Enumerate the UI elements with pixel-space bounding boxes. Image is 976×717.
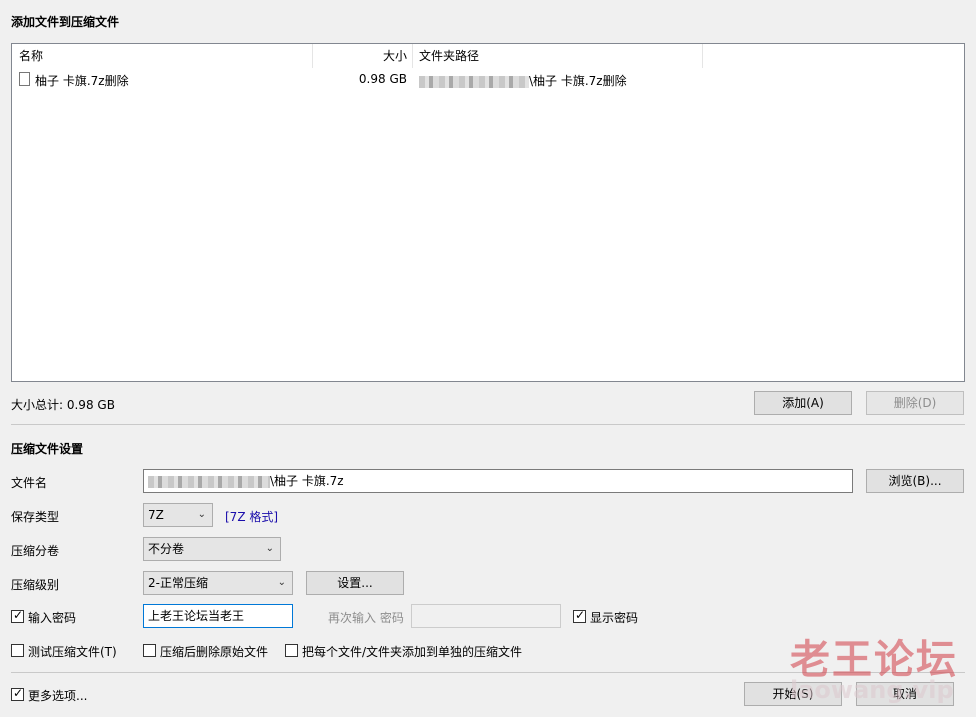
dialog-title: 添加文件到压缩文件: [11, 15, 120, 29]
password-repeat-field[interactable]: [411, 604, 561, 628]
checkmark-icon: ✓: [13, 686, 24, 700]
more-options-checkbox[interactable]: ✓: [11, 686, 24, 701]
level-label: 压缩级别: [11, 578, 60, 592]
column-header-name[interactable]: 名称: [19, 44, 43, 68]
split-value: 不分卷: [148, 542, 185, 556]
save-type-select[interactable]: 7Z ⌄: [143, 503, 213, 527]
chevron-down-icon: ⌄: [265, 543, 274, 554]
level-value: 2-正常压缩: [148, 576, 208, 590]
show-password-label: 显示密码: [590, 611, 639, 625]
row-file-path: \柚子 卡旗.7z删除: [419, 72, 627, 89]
redacted-path: [419, 75, 529, 88]
column-separator[interactable]: [412, 44, 413, 68]
divider: [11, 424, 965, 425]
chevron-down-icon: ⌄: [277, 577, 286, 588]
save-type-label: 保存类型: [11, 510, 60, 524]
watermark-url: laowang.vip: [790, 676, 954, 704]
delete-after-label: 压缩后删除原始文件: [160, 645, 269, 659]
redacted-path: [148, 475, 270, 488]
split-label: 压缩分卷: [11, 544, 60, 558]
test-archive-checkbox[interactable]: [11, 644, 24, 657]
table-row[interactable]: 柚子 卡旗.7z删除 0.98 GB \柚子 卡旗.7z删除: [12, 68, 964, 90]
filename-field[interactable]: \柚子 卡旗.7z: [143, 469, 853, 493]
level-select[interactable]: 2-正常压缩 ⌄: [143, 571, 293, 595]
row-file-name: 柚子 卡旗.7z删除: [35, 74, 129, 88]
test-archive-label: 测试压缩文件(T): [28, 645, 117, 659]
checkmark-icon: ✓: [13, 608, 24, 622]
checkmark-icon: ✓: [575, 608, 586, 622]
password-repeat-label: 再次输入 密码: [328, 611, 404, 625]
password-field[interactable]: 上老王论坛当老王: [143, 604, 293, 628]
filename-label: 文件名: [11, 476, 48, 490]
show-password-checkbox[interactable]: ✓: [573, 608, 586, 623]
password-checkbox[interactable]: ✓: [11, 608, 24, 623]
settings-button[interactable]: 设置...: [306, 571, 404, 595]
column-separator[interactable]: [702, 44, 703, 68]
more-options-label: 更多选项...: [28, 689, 88, 703]
password-label: 输入密码: [28, 611, 77, 625]
settings-section-title: 压缩文件设置: [11, 442, 84, 456]
add-button[interactable]: 添加(A): [754, 391, 852, 415]
file-list[interactable]: 名称 大小 文件夹路径 柚子 卡旗.7z删除 0.98 GB \柚子 卡旗.7z…: [11, 43, 965, 382]
chevron-down-icon: ⌄: [197, 509, 206, 520]
total-size-label: 大小总计: 0.98 GB: [11, 398, 115, 412]
row-file-path-suffix: \柚子 卡旗.7z删除: [529, 74, 627, 88]
each-file-checkbox[interactable]: [285, 644, 298, 657]
file-icon: [19, 72, 30, 86]
column-header-size[interactable]: 大小: [312, 44, 407, 68]
save-type-value: 7Z: [148, 508, 164, 522]
split-select[interactable]: 不分卷 ⌄: [143, 537, 281, 561]
filename-suffix: \柚子 卡旗.7z: [270, 474, 344, 488]
each-file-label: 把每个文件/文件夹添加到单独的压缩文件: [302, 645, 523, 659]
format-link[interactable]: [7Z 格式]: [225, 508, 278, 525]
delete-button[interactable]: 删除(D): [866, 391, 964, 415]
browse-button[interactable]: 浏览(B)...: [866, 469, 964, 493]
row-file-size: 0.98 GB: [358, 72, 407, 86]
delete-after-checkbox[interactable]: [143, 644, 156, 657]
column-header-path[interactable]: 文件夹路径: [419, 44, 479, 68]
